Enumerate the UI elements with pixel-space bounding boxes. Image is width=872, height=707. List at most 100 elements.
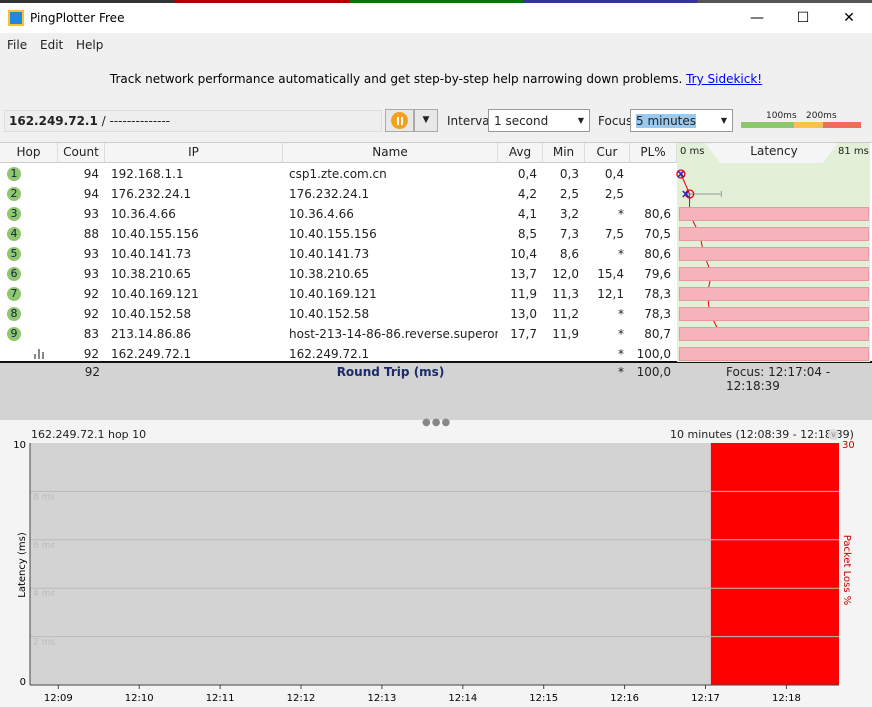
packet-loss-bar (679, 247, 869, 261)
latency-header-tab (808, 143, 838, 163)
interval-value: 1 second (494, 114, 549, 128)
table-row[interactable]: 3 93 10.36.4.66 10.36.4.66 4,1 3,2 * 80,6 (0, 204, 677, 224)
x-tick-label: 12:13 (368, 693, 397, 704)
cell-ip: 213.14.86.86 (111, 327, 192, 341)
minimize-button[interactable]: — (734, 3, 780, 33)
x-tick-label: 12:10 (125, 693, 154, 704)
focus-select[interactable]: 5 minutes ▼ (630, 109, 733, 132)
cell-name: 10.40.152.58 (289, 307, 370, 321)
grid-label: 6 ms (33, 541, 55, 551)
table-row[interactable]: 4 88 10.40.155.156 10.40.155.156 8,5 7,3 7,5 70… (0, 224, 677, 244)
packet-loss-bar (679, 227, 869, 241)
cell-count: 92 (83, 287, 99, 301)
hop-badge: 3 (7, 207, 21, 221)
table-row[interactable]: 92 162.249.72.1 162.249.72.1 * 100,0 (0, 344, 677, 364)
focus-range: Focus: 12:17:04 - 12:18:39 (726, 365, 831, 393)
menu-help[interactable]: Help (76, 38, 103, 52)
interval-select[interactable]: 1 second ▼ (488, 109, 590, 132)
scale-200: 200ms (806, 111, 837, 121)
cell-cur: 0,4 (604, 167, 624, 181)
table-row[interactable]: 1 94 192.168.1.1 csp1.zte.com.cn 0,4 0,3 0,4 (0, 164, 677, 184)
cell-pl: 70,5 (644, 227, 671, 241)
packet-loss-bar (679, 287, 869, 301)
maximize-button[interactable]: ☐ (780, 3, 826, 33)
table-row[interactable]: 8 92 10.40.152.58 10.40.152.58 13,0 11,2 * 78,3 (0, 304, 677, 324)
cell-cur: * (618, 347, 624, 361)
latency-header-tab (705, 143, 740, 163)
hop-badge: 7 (7, 287, 21, 301)
cell-min: 11,9 (552, 327, 579, 341)
y-bottom-label: 0 (20, 677, 26, 688)
x-tick-label: 12:16 (610, 693, 639, 704)
chevron-down-icon: ▼ (720, 116, 727, 125)
pause-icon (391, 112, 408, 129)
table-row[interactable]: 2 94 176.232.24.1 176.232.24.1 4,2 2,5 2,5 (0, 184, 677, 204)
x-tick-label: 12:17 (691, 693, 720, 704)
y2-top-label: 30 (842, 440, 855, 451)
bar-chart-icon[interactable] (34, 349, 46, 359)
cell-cur: * (618, 327, 624, 341)
cell-avg: 10,4 (510, 247, 537, 261)
cell-cur: 12,1 (597, 287, 624, 301)
cell-min: 11,3 (552, 287, 579, 301)
scale-100: 100ms (766, 111, 797, 121)
cell-ip: 10.40.169.121 (111, 287, 199, 301)
interval-label: Interval (447, 114, 493, 128)
x-tick-label: 12:09 (44, 693, 73, 704)
latency-scale-bar (741, 122, 862, 128)
cell-cur: 7,5 (604, 227, 624, 241)
menu-file[interactable]: File (7, 38, 27, 52)
cell-ip: 10.40.152.58 (111, 307, 192, 321)
timeline-graph-pane: ●●● 162.249.72.1 hop 10 10 minutes (12:0… (0, 417, 872, 707)
promo-banner: Track network performance automatically … (0, 72, 872, 86)
cell-pl (630, 184, 677, 204)
title-bar: PingPlotter Free — ☐ ✕ (0, 3, 872, 33)
app-icon (8, 10, 24, 26)
target-field[interactable]: 162.249.72.1 / -------------- (4, 110, 382, 132)
cell-cur: * (618, 247, 624, 261)
cell-count: 92 (83, 307, 99, 321)
trace-table: Hop Count IP Name Avg Min Cur PL% 0 ms Latency 81 … (0, 142, 872, 363)
summary-pl: 100,0 (636, 365, 671, 379)
cell-avg: 13,0 (510, 307, 537, 321)
cell-pl (630, 164, 677, 184)
cell-avg: 8,5 (517, 227, 537, 241)
cell-name: host-213-14-86-86.reverse.superonline (289, 327, 498, 341)
cell-name: 10.36.4.66 (289, 207, 354, 221)
menu-edit[interactable]: Edit (40, 38, 63, 52)
target-ip: 162.249.72.1 (9, 114, 98, 128)
y-top-label: 10 (13, 440, 26, 451)
menu-bar: File Edit Help (0, 33, 872, 57)
pause-dropdown-chevron-icon[interactable]: ▼ (414, 109, 438, 132)
cell-name: csp1.zte.com.cn (289, 167, 387, 181)
packet-loss-bar (679, 207, 869, 221)
y2-axis-label: Packet Loss % (841, 535, 852, 606)
cell-min: 7,3 (559, 227, 579, 241)
cell-name: 10.38.210.65 (289, 267, 370, 281)
sidekick-link[interactable]: Try Sidekick! (686, 72, 762, 86)
table-row[interactable]: 9 83 213.14.86.86 host-213-14-86-86.reverse… (0, 324, 677, 344)
table-row[interactable]: 5 93 10.40.141.73 10.40.141.73 10,4 8,6 * 80,6 (0, 244, 677, 264)
pause-button[interactable] (385, 109, 414, 132)
focus-value: 5 minutes (636, 114, 697, 128)
cell-pl: 80,6 (644, 207, 671, 221)
cell-avg: 13,7 (510, 267, 537, 281)
cell-pl: 79,6 (644, 267, 671, 281)
cell-avg: 0,4 (517, 167, 537, 181)
table-row[interactable]: 7 92 10.40.169.121 10.40.169.121 11,9 11,3 12,… (0, 284, 677, 304)
table-row[interactable]: 6 93 10.38.210.65 10.38.210.65 13,7 12,0 15,4 7… (0, 264, 677, 284)
hop-badge: 5 (7, 247, 21, 261)
cell-min: 11,2 (552, 307, 579, 321)
hop-badge: 1 (7, 167, 21, 181)
cell-ip: 192.168.1.1 (111, 167, 184, 181)
cell-min: 3,2 (559, 207, 579, 221)
x-tick-label: 12:12 (287, 693, 316, 704)
cell-name: 10.40.155.156 (289, 227, 377, 241)
close-button[interactable]: ✕ (826, 3, 872, 33)
cell-cur: * (618, 207, 624, 221)
window-title: PingPlotter Free (30, 11, 125, 25)
hop-badge: 2 (7, 187, 21, 201)
cell-avg: 11,9 (510, 287, 537, 301)
summary-cur: * (618, 365, 624, 379)
hop-badge: 9 (7, 327, 21, 341)
